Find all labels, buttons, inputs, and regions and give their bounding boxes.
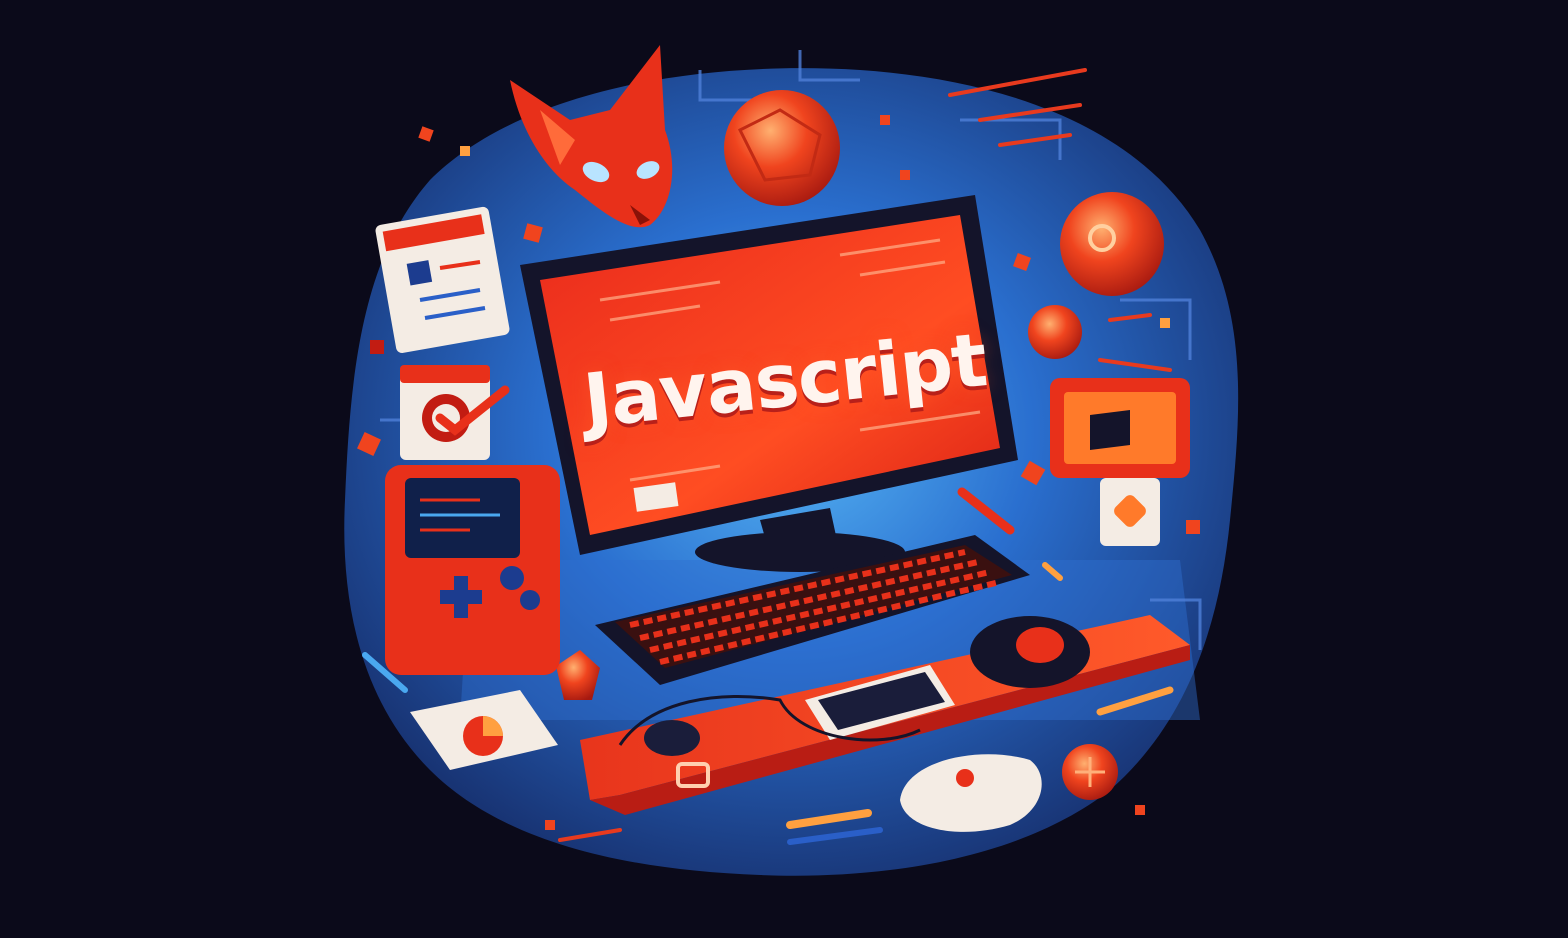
checkbox-card [400,365,510,460]
sphere-icon [724,90,840,206]
sphere-icon [1062,744,1118,800]
sphere-icon [1028,305,1082,359]
mouse [970,616,1090,688]
illustration-scene [344,45,1239,876]
document-card [375,206,510,353]
handheld-console [385,465,560,675]
small-mouse [644,720,700,756]
sphere-icon [1060,192,1164,296]
